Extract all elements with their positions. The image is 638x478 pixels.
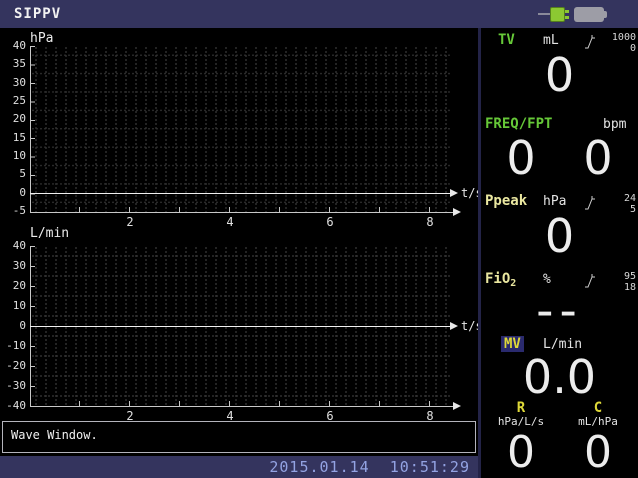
param-unit: hPa <box>543 194 566 209</box>
param-label-selected[interactable]: MV <box>501 336 524 352</box>
param-value: 0 <box>481 50 638 100</box>
alarm-limit-high: 1000 <box>598 32 636 43</box>
y-tick: 35 <box>0 57 26 70</box>
datetime-display: 2015.01.14 10:51:29 <box>269 458 470 476</box>
pressure-trace-zero-line <box>30 193 451 194</box>
y-tick: 0 <box>0 319 26 332</box>
message-text: Wave Window. <box>11 428 98 442</box>
param-label: FREQ/FPT <box>485 116 552 132</box>
x-axis <box>30 406 454 407</box>
chart-title-flow: L/min <box>30 226 69 241</box>
chart-grid <box>31 46 450 212</box>
measured-values-panel: TV mL 1000 0 0 FREQ/FPT bpm 0 0 Ppeak hP… <box>481 28 638 478</box>
param-unit: mL <box>543 33 559 48</box>
param-value: 0 <box>562 133 634 183</box>
chart-title-pressure: hPa <box>30 31 53 46</box>
battery-icon <box>604 11 607 18</box>
x-tick: 4 <box>220 215 240 229</box>
y-axis-ticks <box>30 46 35 213</box>
trace-arrow-icon <box>450 322 458 330</box>
ventilation-mode-title: SIPPV <box>14 6 61 22</box>
flow-trace-zero-line <box>30 326 451 327</box>
y-tick: 25 <box>0 94 26 107</box>
y-tick: 40 <box>0 39 26 52</box>
alarm-limit-icon <box>584 34 596 51</box>
ac-power-icon <box>565 10 569 13</box>
y-tick: 10 <box>0 299 26 312</box>
y-tick: 15 <box>0 131 26 144</box>
param-value: 0 <box>485 133 557 183</box>
axis-arrow-icon <box>453 208 461 216</box>
y-tick: 30 <box>0 76 26 89</box>
param-label: R <box>485 400 557 416</box>
ventilator-screen: SIPPV hPa 40 35 30 25 20 15 10 5 0 -5 t/… <box>0 0 638 478</box>
param-value: -- <box>481 286 638 336</box>
param-value: 0 <box>562 428 634 478</box>
y-tick: 20 <box>0 112 26 125</box>
y-tick: -5 <box>0 204 26 217</box>
param-label: C <box>562 400 634 416</box>
y-tick: -20 <box>0 359 26 372</box>
trace-arrow-icon <box>450 189 458 197</box>
param-value: 0.0 <box>481 352 638 402</box>
y-tick: 5 <box>0 167 26 180</box>
x-axis <box>30 212 454 213</box>
param-value: 0 <box>485 428 557 478</box>
ac-power-icon <box>550 7 565 22</box>
y-tick: -10 <box>0 339 26 352</box>
alarm-limit-icon <box>584 195 596 212</box>
x-axis-ticks <box>79 401 435 406</box>
y-tick: 0 <box>0 186 26 199</box>
y-tick: -40 <box>0 399 26 412</box>
alarm-limit-high: 24 <box>598 193 636 204</box>
y-tick: 30 <box>0 259 26 272</box>
y-tick: -30 <box>0 379 26 392</box>
ac-power-icon <box>538 13 550 15</box>
ac-power-icon <box>565 16 569 19</box>
battery-icon <box>574 7 604 22</box>
x-axis-ticks <box>79 207 435 212</box>
x-tick: 2 <box>120 215 140 229</box>
y-axis-ticks <box>30 246 35 408</box>
x-tick: 8 <box>420 215 440 229</box>
y-tick: 20 <box>0 279 26 292</box>
title-bar: SIPPV <box>0 0 638 28</box>
status-bar: 2015.01.14 10:51:29 <box>0 456 480 478</box>
y-tick: 40 <box>0 239 26 252</box>
alarm-limit-high: 95 <box>598 271 636 282</box>
message-box: Wave Window. <box>2 421 476 453</box>
axis-arrow-icon <box>453 402 461 410</box>
x-tick: 6 <box>320 215 340 229</box>
param-unit: bpm <box>603 117 626 132</box>
param-label: TV <box>498 32 515 48</box>
param-value: 0 <box>481 211 638 261</box>
y-tick: 10 <box>0 149 26 162</box>
param-label: Ppeak <box>485 193 527 209</box>
